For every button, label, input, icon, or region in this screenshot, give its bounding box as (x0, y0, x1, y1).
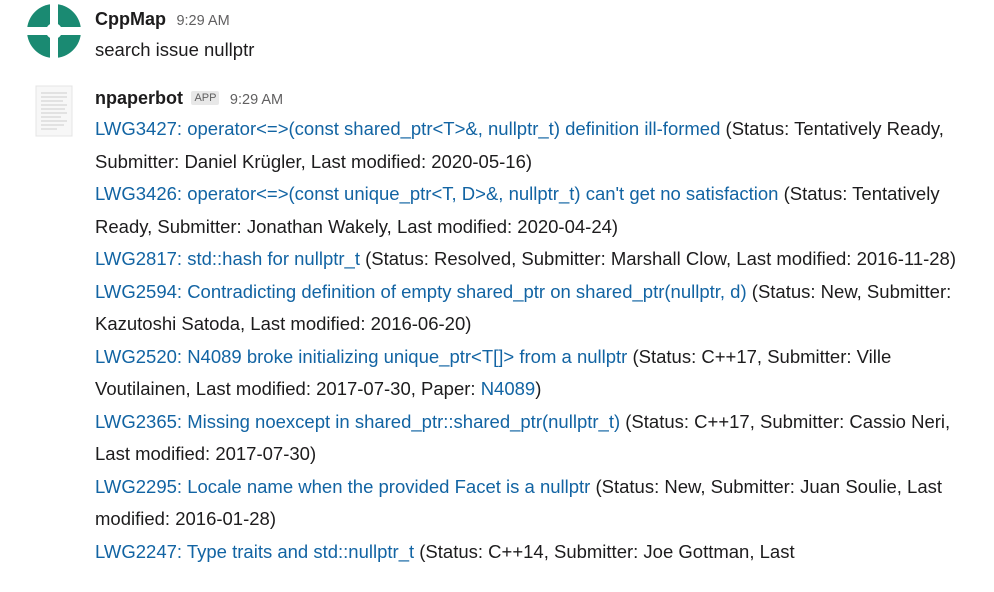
result-entry: LWG3426: operator<=>(const unique_ptr<T,… (95, 178, 975, 243)
message-header: npaperbot APP 9:29 AM (95, 83, 994, 113)
app-badge: APP (191, 91, 220, 105)
issue-link[interactable]: LWG3427: operator<=>(const shared_ptr<T>… (95, 118, 720, 139)
issue-link[interactable]: LWG2520: N4089 broke initializing unique… (95, 346, 627, 367)
issue-link[interactable]: LWG2247: Type traits and std::nullptr_t (95, 541, 414, 562)
result-entry: LWG2520: N4089 broke initializing unique… (95, 341, 975, 406)
message-cppmap: CppMap 9:29 AM search issue nullptr (0, 0, 994, 75)
timestamp[interactable]: 9:29 AM (230, 92, 283, 108)
result-entry: LWG2365: Missing noexcept in shared_ptr:… (95, 406, 975, 471)
result-entry: LWG2295: Locale name when the provided F… (95, 471, 975, 536)
result-entry: LWG2247: Type traits and std::nullptr_t … (95, 536, 975, 569)
issue-link[interactable]: LWG2295: Locale name when the provided F… (95, 476, 590, 497)
author-name[interactable]: npaperbot (95, 88, 183, 108)
message-header: CppMap 9:29 AM (95, 4, 994, 34)
issue-link[interactable]: LWG2365: Missing noexcept in shared_ptr:… (95, 411, 620, 432)
paper-link[interactable]: N4089 (481, 378, 536, 399)
timestamp[interactable]: 9:29 AM (176, 13, 229, 29)
result-entry: LWG2817: std::hash for nullptr_t (Status… (95, 243, 975, 276)
message-npaperbot: npaperbot APP 9:29 AM LWG3427: operator<… (0, 82, 994, 592)
issue-details: (Status: Resolved, Submitter: Marshall C… (359, 248, 957, 269)
cppmap-avatar-icon[interactable] (27, 4, 81, 58)
issue-link[interactable]: LWG3426: operator<=>(const unique_ptr<T,… (95, 183, 778, 204)
issue-link[interactable]: LWG2594: Contradicting definition of emp… (95, 281, 747, 302)
result-entry: LWG3427: operator<=>(const shared_ptr<T>… (95, 113, 975, 178)
message-text: search issue nullptr (95, 39, 255, 60)
issue-details-suffix: ) (535, 378, 542, 399)
issue-link[interactable]: LWG2817: std::hash for nullptr_t (95, 248, 360, 269)
document-icon[interactable] (27, 84, 81, 138)
result-entry: LWG2594: Contradicting definition of emp… (95, 276, 975, 341)
issue-details: (Status: C++14, Submitter: Joe Gottman, … (414, 540, 795, 562)
author-name[interactable]: CppMap (95, 9, 166, 29)
